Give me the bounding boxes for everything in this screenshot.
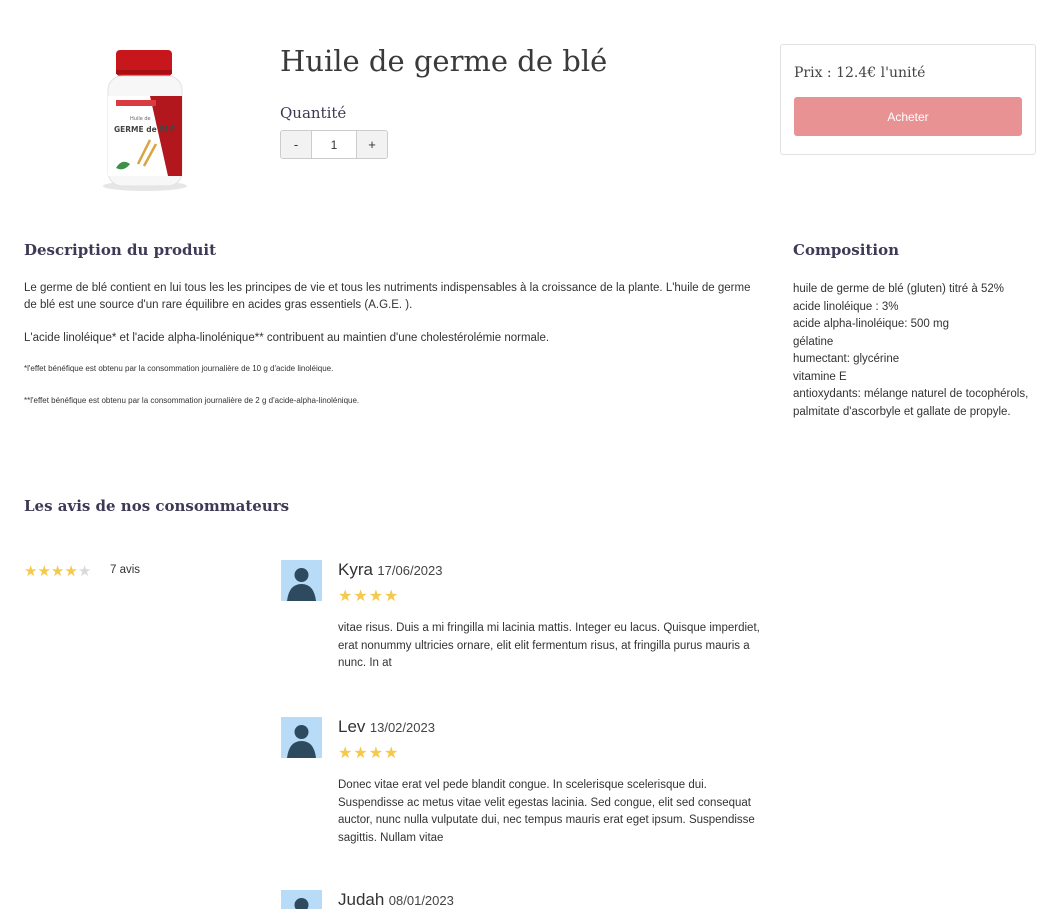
reviewer-name: Lev	[338, 717, 366, 736]
description-body: Le germe de blé contient en lui tous les…	[24, 280, 764, 427]
quantity-input[interactable]: 1	[312, 131, 356, 158]
composition-item: vitamine E	[793, 370, 847, 383]
composition-item: gélatine	[793, 335, 834, 348]
decrement-button[interactable]: -	[281, 131, 312, 158]
rating-summary-stars: ★★★★★	[24, 562, 91, 580]
review-date: 17/06/2023	[377, 563, 443, 578]
avatar	[281, 560, 322, 601]
composition-title: Composition	[793, 241, 899, 259]
bottle-label-brand: GERME de BLÉ	[114, 125, 175, 134]
description-title: Description du produit	[24, 241, 217, 259]
purchase-box: Prix : 12.4€ l'unité Acheter	[780, 44, 1036, 155]
composition-item: humectant: glycérine	[793, 353, 900, 365]
product-title: Huile de germe de blé	[280, 44, 608, 78]
composition-item: huile de germe de blé (gluten) titré à 5…	[793, 283, 1004, 295]
quantity-label: Quantité	[280, 104, 347, 122]
description-paragraph: L'acide linoléique* et l'acide alpha-lin…	[24, 332, 550, 344]
composition-item: antioxydants: mélange naturel de tocophé…	[793, 388, 1029, 418]
star-icon: ★	[338, 588, 354, 605]
composition-item: acide alpha-linoléique: 500 mg	[793, 318, 949, 330]
review-stars: ★★★★	[338, 586, 399, 606]
composition-item: acide linoléique : 3%	[793, 300, 899, 313]
review-count: 7 avis	[110, 564, 141, 576]
star-icon: ★	[353, 745, 369, 762]
star-icon: ★	[353, 588, 369, 605]
review-date: 13/02/2023	[369, 720, 435, 735]
star-filled-icon: ★	[37, 563, 51, 580]
buy-button[interactable]: Acheter	[794, 97, 1022, 136]
star-icon: ★	[384, 745, 400, 762]
star-empty-icon: ★	[77, 563, 92, 580]
review-stars: ★★★★	[338, 743, 399, 763]
review-date: 08/01/2023	[388, 893, 454, 908]
avatar	[281, 890, 322, 909]
reviewer-name: Judah	[338, 890, 385, 909]
star-icon: ★	[338, 745, 354, 762]
quantity-stepper: - 1 +	[280, 130, 388, 159]
star-filled-icon: ★	[64, 563, 78, 580]
review-text: Donec vitae erat vel pede blandit congue…	[338, 779, 755, 844]
star-icon: ★	[368, 745, 385, 762]
composition-list: huile de germe de blé (gluten) titré à 5…	[793, 281, 1033, 421]
description-footnote: *l'effet bénéfique est obtenu par la con…	[24, 364, 334, 373]
review-text: vitae risus. Duis a mi fringilla mi laci…	[338, 622, 760, 669]
star-filled-icon: ★	[50, 563, 65, 580]
description-footnote: **l'effet bénéfique est obtenu par la co…	[24, 396, 360, 405]
bottle-label-top: Huile de	[130, 116, 151, 122]
star-icon: ★	[384, 588, 400, 605]
star-filled-icon: ★	[24, 563, 38, 580]
increment-button[interactable]: +	[356, 131, 387, 158]
star-icon: ★	[368, 588, 385, 605]
reviews-title: Les avis de nos consommateurs	[24, 497, 290, 515]
product-image: Huile de GERME de BLÉ	[90, 40, 200, 200]
price-text: Prix : 12.4€ l'unité	[794, 65, 926, 81]
avatar	[281, 717, 322, 758]
reviewer-name: Kyra	[338, 560, 373, 579]
description-paragraph: Le germe de blé contient en lui tous les…	[24, 282, 751, 311]
